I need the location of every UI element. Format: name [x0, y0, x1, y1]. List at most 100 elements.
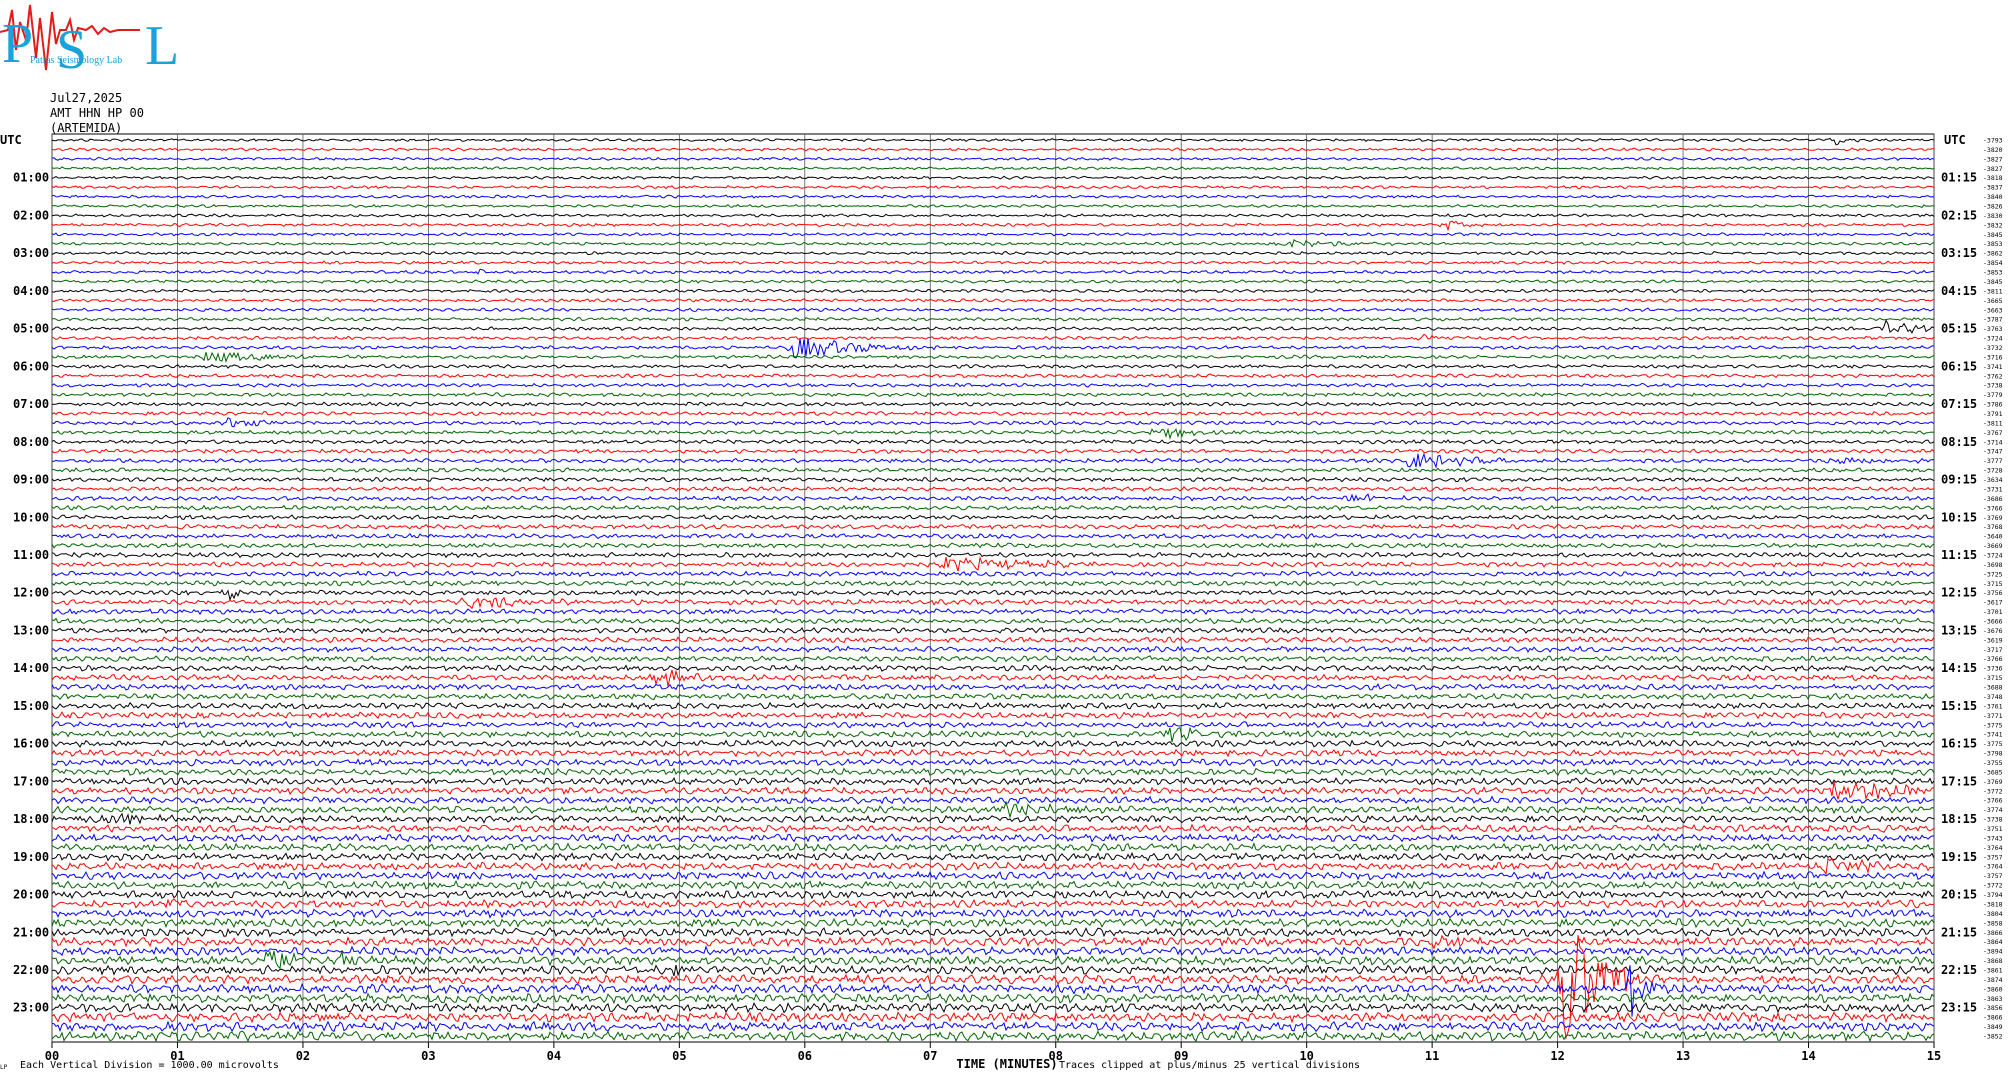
trace-mean-label: -3724	[1983, 335, 2003, 343]
x-tick-label: 11	[1425, 1049, 1439, 1063]
seismic-trace	[51, 452, 1935, 469]
seismic-trace	[51, 608, 1935, 616]
seismic-trace	[51, 232, 1935, 237]
left-hour-label: 02:00	[13, 208, 49, 222]
trace-mean-label: -3818	[1983, 900, 2003, 908]
seismic-trace	[51, 213, 1935, 218]
trace-mean-label: -3619	[1983, 636, 2003, 644]
trace-mean-label: -3761	[1983, 702, 2003, 710]
trace-mean-label: -3698	[1983, 561, 2003, 569]
trace-mean-label: -3688	[1983, 684, 2003, 692]
trace-mean-label: -3756	[1983, 589, 2003, 597]
trace-mean-label: -3832	[1983, 221, 2003, 229]
trace-mean-label: -3858	[1983, 919, 2003, 927]
trace-mean-label: -3804	[1983, 910, 2003, 918]
right-hour-label: 10:15	[1941, 510, 1977, 524]
seismic-trace	[51, 338, 1934, 359]
left-hour-label: 04:00	[13, 284, 49, 298]
trace-mean-label: -3811	[1983, 287, 2003, 295]
seismic-trace	[51, 580, 1935, 587]
seismic-trace	[51, 945, 1935, 957]
seismic-trace	[51, 851, 1935, 862]
seismic-trace	[51, 795, 1935, 805]
seismic-trace	[51, 823, 1935, 833]
trace-mean-label: -3741	[1983, 731, 2003, 739]
seismic-trace	[51, 1029, 1935, 1043]
seismic-trace	[51, 926, 1935, 938]
trace-mean-label: -3762	[1983, 372, 2003, 380]
left-hour-label: 21:00	[13, 925, 49, 939]
left-hour-label: 16:00	[13, 737, 49, 751]
trace-mean-label: -3666	[1983, 618, 2003, 626]
seismic-trace	[51, 626, 1935, 635]
seismic-trace	[51, 767, 1935, 777]
right-hour-label: 23:15	[1941, 1001, 1977, 1015]
seismic-trace	[51, 833, 1934, 843]
trace-mean-label: -3845	[1983, 278, 2003, 286]
trace-mean-label: -3868	[1983, 957, 2003, 965]
trace-mean-label: -3676	[1983, 627, 2003, 635]
trace-mean-label: -3714	[1983, 438, 2003, 446]
right-hour-label: 16:15	[1941, 737, 1977, 751]
left-hour-label: 08:00	[13, 435, 49, 449]
trace-mean-label: -3793	[1983, 137, 2003, 145]
seismic-trace	[51, 655, 1935, 663]
trace-mean-label: -3686	[1983, 495, 2003, 503]
left-hour-label: 09:00	[13, 473, 49, 487]
trace-mean-label: -3731	[1983, 485, 2003, 493]
seismic-trace	[51, 664, 1935, 673]
trace-mean-label: -3786	[1983, 401, 2003, 409]
seismic-trace	[51, 812, 1935, 825]
seismic-trace	[51, 260, 1935, 265]
trace-mean-label: -3640	[1983, 533, 2003, 541]
trace-mean-label: -3736	[1983, 665, 2003, 673]
trace-mean-label: -3763	[1983, 325, 2003, 333]
seismic-trace	[51, 692, 1935, 701]
seismic-trace	[51, 493, 1935, 502]
seismic-trace	[51, 392, 1935, 398]
trace-mean-label: -3768	[1983, 523, 2003, 531]
left-utc-label: UTC	[0, 133, 22, 147]
trace-mean-label: -3794	[1983, 891, 2003, 899]
corner-mark: LP	[0, 1064, 8, 1071]
seismic-trace	[51, 238, 1935, 249]
trace-mean-label: -3738	[1983, 382, 2003, 390]
trace-mean-label: -3767	[1983, 429, 2003, 437]
seismic-trace	[51, 351, 1935, 364]
trace-mean-label: -3863	[1983, 995, 2003, 1003]
left-hour-label: 23:00	[13, 1001, 49, 1015]
seismic-trace	[51, 298, 1935, 303]
trace-mean-label: -3738	[1983, 816, 2003, 824]
trace-mean-label: -3732	[1983, 344, 2003, 352]
trace-mean-label: -3724	[1983, 551, 2003, 559]
seismic-trace	[51, 898, 1935, 910]
trace-mean-label: -3845	[1983, 231, 2003, 239]
seismic-trace	[51, 711, 1935, 720]
x-tick-label: 03	[421, 1049, 435, 1063]
seismic-trace	[51, 870, 1935, 881]
trace-mean-label: -3764	[1983, 863, 2003, 871]
left-hour-label: 12:00	[13, 586, 49, 600]
right-hour-label: 04:15	[1941, 284, 1977, 298]
seismic-trace	[51, 427, 1935, 440]
trace-mean-label: -3860	[1983, 985, 2003, 993]
trace-mean-label: -3766	[1983, 655, 2003, 663]
x-tick-label: 13	[1676, 1049, 1690, 1063]
seismic-trace	[51, 504, 1935, 511]
left-hour-label: 07:00	[13, 397, 49, 411]
seismic-trace	[51, 137, 1935, 146]
trace-mean-label: -3715	[1983, 580, 2003, 588]
trace-mean-label: -3775	[1983, 721, 2003, 729]
trace-mean-label: -3856	[1983, 1004, 2003, 1012]
seismic-trace	[51, 486, 1935, 492]
trace-mean-label: -3716	[1983, 353, 2003, 361]
seismic-trace	[51, 401, 1935, 407]
x-tick-label: 07	[923, 1049, 937, 1063]
trace-mean-label: -3741	[1983, 363, 2003, 371]
seismic-trace	[51, 410, 1935, 417]
trace-mean-label: -3837	[1983, 184, 2003, 192]
seismic-trace	[51, 596, 1935, 610]
seismic-trace	[51, 250, 1935, 256]
right-hour-label: 02:15	[1941, 208, 1977, 222]
right-hour-label: 19:15	[1941, 850, 1977, 864]
